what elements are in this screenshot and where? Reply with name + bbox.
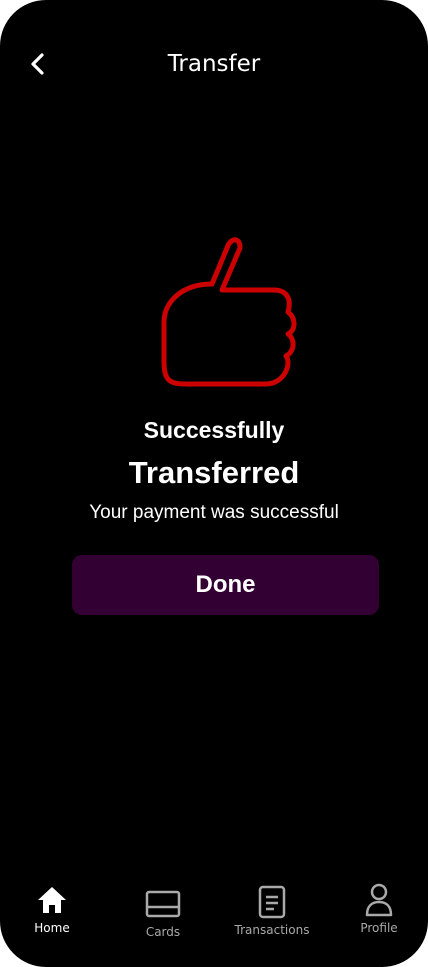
nav-item-cards[interactable]: Cards [113,872,213,952]
nav-label-cards: Cards [145,925,181,939]
card-icon [143,884,183,924]
success-headline-2: Transferred [128,455,300,490]
home-icon [32,880,72,920]
document-icon [252,882,292,922]
nav-item-profile[interactable]: Profile [329,872,428,952]
nav-label-transactions: Transactions [234,923,310,937]
success-message: Your payment was successful [89,502,339,523]
phone-screen: Transfer Successfully Transferred Your p… [0,0,428,967]
nav-label-profile: Profile [360,921,398,935]
page-title: Transfer [167,51,261,77]
user-icon [359,880,399,920]
nav-item-transactions[interactable]: Transactions [222,872,322,952]
nav-label-home: Home [34,921,70,935]
success-headline: Successfully [143,417,285,443]
thumbs-up-icon [161,237,297,387]
bottom-nav: Home Cards Transactions Profile [0,872,428,967]
nav-item-home[interactable]: Home [2,872,102,952]
done-button[interactable]: Done [72,555,379,615]
